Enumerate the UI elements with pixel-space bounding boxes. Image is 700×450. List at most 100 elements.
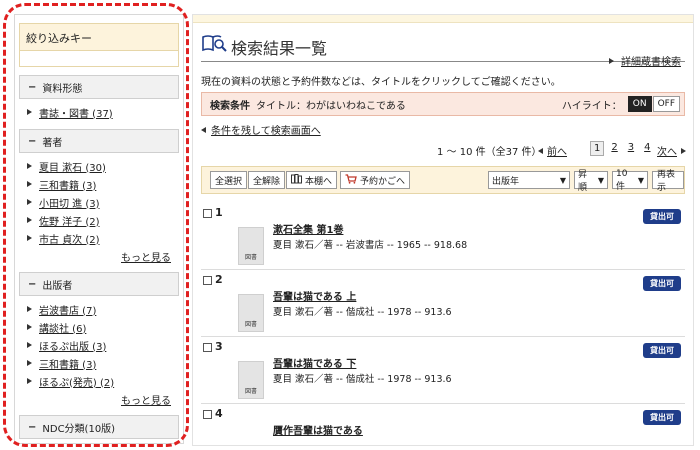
more-link[interactable]: もっと見る	[121, 396, 171, 407]
prev-link[interactable]: 前へ	[547, 143, 567, 158]
collapse-icon: −	[28, 421, 37, 433]
result-title-link[interactable]: 吾輩は猫である 上	[273, 288, 356, 303]
triangle-right-icon	[609, 57, 614, 64]
facet-item: 三和書籍 (3)	[27, 175, 179, 193]
facet-link[interactable]: 市古 貞次 (2)	[39, 231, 100, 246]
facet-link[interactable]: 佐野 洋子 (2)	[39, 213, 100, 228]
result-title-link[interactable]: 吾輩は猫である 下	[273, 355, 356, 370]
status-badge: 貸出可	[643, 410, 681, 425]
facet-link[interactable]: ほるぷ出版 (3)	[39, 338, 106, 353]
bookshelf-label: 本棚へ	[305, 176, 333, 187]
sidebar-header-underbox	[19, 51, 179, 67]
prev-page: 前へ	[538, 143, 567, 158]
select-all-button[interactable]: 全選択	[210, 171, 248, 189]
facet-link[interactable]: ほるぷ(発売) (2)	[39, 374, 114, 389]
result-checkbox[interactable]	[203, 410, 212, 419]
page-link[interactable]: 4	[641, 141, 653, 156]
page-title: 検索結果一覧	[231, 39, 328, 58]
facet-item: ほるぷ出版 (3)	[27, 336, 179, 354]
sort-field-value: 出版年	[492, 176, 520, 187]
facet-ndc: − NDC分類(10版)	[19, 415, 179, 439]
clear-all-button[interactable]: 全解除	[248, 171, 286, 189]
condition-value: タイトル：わがはいわねこである	[256, 100, 406, 112]
result-number: 2	[215, 273, 223, 286]
advanced-search: 詳細蔵書検索	[609, 53, 681, 68]
sort-field-select[interactable]: 出版年 ▼	[488, 171, 570, 189]
next-link[interactable]: 次へ	[657, 143, 677, 158]
triangle-right-icon	[27, 163, 32, 169]
result-checkbox[interactable]	[203, 209, 212, 218]
triangle-left-icon	[538, 147, 543, 154]
facet-item: 三和書籍 (3)	[27, 354, 179, 372]
triangle-right-icon	[27, 217, 32, 223]
title-row: 検索結果一覧 詳細蔵書検索	[193, 23, 693, 69]
triangle-right-icon	[27, 235, 32, 241]
result-item: 3 図書 吾輩は猫である 下 夏目 漱石／著 -- 偕成社 -- 1978 --…	[201, 337, 685, 404]
book-thumbnail-icon: 図書	[238, 361, 264, 399]
facet-title: 出版者	[42, 280, 73, 292]
result-number: 3	[215, 340, 223, 353]
page-link[interactable]: 2	[608, 141, 620, 156]
status-badge: 貸出可	[643, 343, 681, 358]
triangle-right-icon	[27, 199, 32, 205]
facet-publisher: − 出版者 岩波書店 (7) 講談社 (6) ほるぷ出版 (3) 三和書籍 (3…	[19, 272, 179, 407]
facet-item: 書誌・図書 (37)	[27, 103, 179, 121]
result-item: 1 図書 漱石全集 第1巻 夏目 漱石／著 -- 岩波書店 -- 1965 --…	[201, 203, 685, 270]
highlight-label: ハイライト：	[561, 100, 622, 112]
select-all-label: 全選択	[215, 176, 243, 187]
page-link[interactable]: 3	[625, 141, 637, 156]
highlight-on-button[interactable]: ON	[627, 96, 652, 112]
result-checkbox[interactable]	[203, 343, 212, 352]
result-number: 1	[215, 206, 223, 219]
facet-link[interactable]: 書誌・図書 (37)	[39, 105, 113, 120]
chevron-down-icon: ▼	[559, 175, 566, 185]
facet-title: 著者	[42, 137, 63, 149]
status-badge: 貸出可	[643, 209, 681, 224]
result-title-link[interactable]: 漱石全集 第1巻	[273, 221, 343, 236]
thumbnail-label: 図書	[244, 388, 257, 395]
thumbnail-label: 図書	[244, 321, 257, 328]
panel-topbar	[193, 15, 693, 23]
facet-header[interactable]: − 資料形態	[19, 75, 179, 99]
highlight-off-button[interactable]: OFF	[652, 96, 680, 112]
status-note: 現在の資料の状態と予約件数などは、タイトルをクリックしてご確認ください。	[201, 77, 561, 88]
per-page-select[interactable]: 10件 ▼	[612, 169, 648, 192]
book-thumbnail-icon: 図書	[238, 227, 264, 265]
facet-header[interactable]: − NDC分類(10版)	[19, 415, 179, 439]
reserve-cart-button[interactable]: 予約かごへ	[340, 171, 411, 189]
facet-link[interactable]: 講談社 (6)	[39, 320, 86, 335]
facet-material-type: − 資料形態 書誌・図書 (37)	[19, 75, 179, 121]
triangle-right-icon	[27, 360, 32, 366]
facet-link[interactable]: 岩波書店 (7)	[39, 302, 96, 317]
facet-item: 岩波書店 (7)	[27, 300, 179, 318]
clear-all-label: 全解除	[253, 176, 281, 187]
result-count: 1 ～ 10 件（全37 件）	[437, 147, 542, 158]
result-checkbox[interactable]	[203, 276, 212, 285]
cart-icon	[345, 173, 357, 187]
sort-order-select[interactable]: 昇順 ▼	[574, 170, 608, 193]
facet-header[interactable]: − 著者	[19, 129, 179, 153]
facet-link[interactable]: 三和書籍 (3)	[39, 177, 96, 192]
results-list: 1 図書 漱石全集 第1巻 夏目 漱石／著 -- 岩波書店 -- 1965 --…	[201, 203, 685, 445]
facet-header[interactable]: − 出版者	[19, 272, 179, 296]
more-link[interactable]: もっと見る	[121, 253, 171, 264]
redisplay-button[interactable]: 再表示	[652, 170, 684, 193]
status-badge: 貸出可	[643, 276, 681, 291]
facet-item: 市古 貞次 (2)	[27, 229, 179, 247]
facet-item: 小田切 進 (3)	[27, 193, 179, 211]
triangle-right-icon	[27, 181, 32, 187]
bookshelf-button[interactable]: 本棚へ	[286, 171, 338, 189]
result-title-link[interactable]: 贋作吾輩は猫である	[273, 422, 363, 437]
triangle-left-icon	[201, 126, 206, 133]
reserve-cart-label: 予約かごへ	[360, 176, 406, 187]
page-current: 1	[590, 141, 605, 156]
facet-title: NDC分類(10版)	[42, 423, 116, 435]
collapse-icon: −	[28, 278, 37, 290]
facet-link[interactable]: 三和書籍 (3)	[39, 356, 96, 371]
next-page: 次へ	[657, 143, 686, 158]
advanced-search-link[interactable]: 詳細蔵書検索	[621, 53, 681, 68]
facet-link[interactable]: 小田切 進 (3)	[39, 195, 100, 210]
result-number: 4	[215, 407, 223, 420]
keep-conditions-link[interactable]: 条件を残して検索画面へ	[211, 122, 321, 137]
facet-link[interactable]: 夏目 漱石 (30)	[39, 159, 106, 174]
